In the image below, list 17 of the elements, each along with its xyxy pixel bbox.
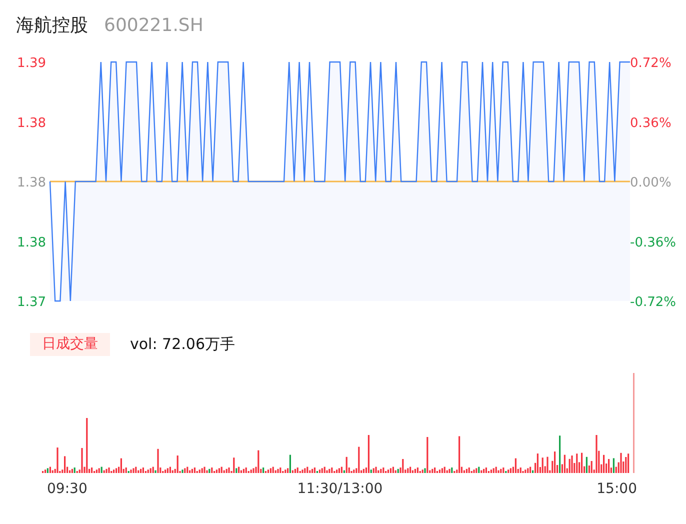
- percent-axis-label: 0.72%: [630, 56, 672, 71]
- stock-code: 600221.SH: [104, 14, 204, 38]
- percent-axis-label: 0.36%: [630, 116, 672, 131]
- price-axis-label: 1.37: [17, 295, 46, 310]
- percent-axis-label: 0.00%: [630, 176, 672, 190]
- time-axis-label: 15:00: [596, 481, 637, 497]
- percent-axis-label: -0.72%: [630, 295, 676, 310]
- time-axis-label: 09:30: [47, 481, 88, 497]
- stock-name: 海航控股: [16, 14, 88, 38]
- price-axis-label: 1.38: [17, 176, 46, 190]
- price-axis-label: 1.38: [17, 235, 46, 250]
- price-axis-label: 1.39: [17, 56, 46, 71]
- time-axis-label: 11:30/13:00: [297, 481, 383, 497]
- volume-tag: 日成交量: [30, 332, 110, 356]
- volume-total: vol: 72.06万手: [130, 334, 235, 355]
- price-axis-label: 1.38: [17, 116, 46, 131]
- percent-axis-label: -0.36%: [630, 235, 676, 250]
